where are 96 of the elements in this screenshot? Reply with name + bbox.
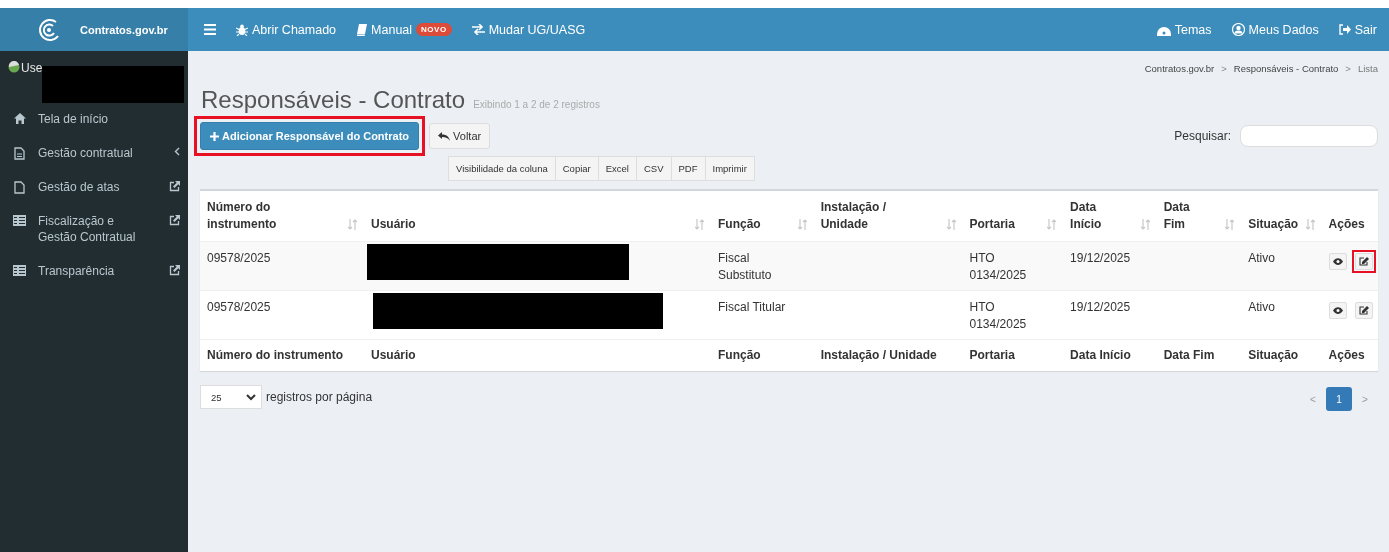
edit-button[interactable] — [1354, 302, 1373, 319]
eye-icon — [1332, 307, 1343, 314]
sort-icon — [946, 219, 956, 230]
sort-icon — [1140, 219, 1150, 230]
column-header[interactable]: Data Início — [1063, 191, 1157, 242]
home-icon — [13, 113, 26, 124]
nav-link[interactable]: Mudar UG/UASG — [461, 16, 596, 43]
column-header: Ações — [1321, 191, 1378, 242]
breadcrumb-link[interactable]: Responsáveis - Contrato — [1233, 63, 1339, 74]
sidebar-item[interactable]: Transparência — [0, 257, 188, 291]
nav-link[interactable]: Abrir Chamado — [226, 16, 347, 43]
book-icon — [356, 23, 368, 36]
external-link-icon — [169, 265, 180, 276]
page-size-label: registros por página — [266, 390, 373, 404]
table-cell-text: HTO 0134/2025 — [969, 299, 1028, 333]
back-button[interactable]: Voltar — [429, 123, 491, 149]
column-header[interactable]: Número do instrumento — [200, 191, 364, 242]
search-field[interactable] — [1240, 125, 1378, 147]
view-button[interactable] — [1328, 302, 1347, 319]
new-badge: NOVO — [416, 23, 452, 36]
column-footer: Data Início — [1070, 348, 1131, 362]
pagination-button[interactable]: 1 — [1326, 387, 1352, 411]
column-footer: Portaria — [969, 348, 1015, 362]
breadcrumb-separator: > — [1345, 63, 1351, 74]
export-button[interactable]: PDF — [670, 156, 706, 181]
reply-icon — [438, 131, 451, 141]
column-footer: Número do instrumento — [207, 348, 343, 362]
user-label: Use — [21, 61, 43, 75]
brand-name[interactable]: Contratos.gov.br — [80, 23, 168, 36]
nav-link[interactable]: Manual NOVO — [346, 16, 462, 43]
table-cell: 19/12/2025 — [1070, 299, 1131, 316]
export-button[interactable]: Imprimir — [704, 156, 755, 181]
table-cell: Ativo — [1248, 299, 1275, 316]
sidebar-item[interactable]: Gestão de atas — [0, 173, 188, 207]
export-button[interactable]: Excel — [597, 156, 637, 181]
column-footer: Instalação / Unidade — [820, 348, 937, 362]
export-button[interactable]: Copiar — [554, 156, 599, 181]
column-header[interactable]: Instalação / Unidade — [813, 191, 963, 242]
column-footer: Data Fim — [1163, 348, 1215, 362]
table-cell: Ativo — [1248, 250, 1275, 267]
table-cell: 09578/2025 — [207, 250, 271, 267]
sort-icon — [1047, 219, 1057, 230]
table-cell: Fiscal Titular — [718, 299, 786, 316]
list-icon — [13, 265, 26, 276]
column-footer: Usuário — [370, 348, 416, 362]
swap-icon — [471, 24, 485, 35]
sort-icon — [347, 219, 357, 230]
edit-icon — [1358, 306, 1369, 315]
plus-icon — [210, 131, 219, 141]
page-title: Responsáveis - Contrato — [201, 86, 466, 114]
column-header[interactable]: Data Fim — [1156, 191, 1242, 242]
export-button[interactable]: Visibilidade da coluna — [448, 156, 556, 181]
nav-link[interactable]: Temas — [1146, 16, 1222, 43]
add-button[interactable]: Adicionar Responsável do Contrato — [200, 122, 420, 150]
exit-icon — [1338, 24, 1351, 35]
column-header[interactable]: Função — [711, 191, 814, 242]
sidebar-item[interactable]: Tela de início — [0, 105, 188, 139]
eye-icon — [1332, 258, 1343, 265]
bug-icon — [236, 23, 248, 36]
sidebar-item[interactable]: Fiscalização e Gestão Contratual — [0, 207, 188, 257]
document-icon — [14, 147, 25, 160]
avatar-icon — [8, 61, 20, 73]
menu-icon — [204, 24, 216, 35]
sort-icon — [797, 219, 807, 230]
sort-icon — [695, 219, 704, 230]
page-size-select[interactable]: 25 — [200, 385, 262, 409]
column-header[interactable]: Portaria — [962, 191, 1064, 242]
column-footer: Situação — [1248, 348, 1299, 362]
column-header[interactable]: Situação — [1241, 191, 1322, 242]
sort-icon — [1305, 219, 1315, 230]
column-header[interactable]: Usuário — [363, 191, 711, 242]
logo-icon — [36, 16, 62, 43]
user-icon — [1231, 23, 1245, 36]
table-cell-text: HTO 0134/2025 — [969, 250, 1028, 284]
list-icon — [13, 215, 26, 226]
search-label: Pesquisar: — [1174, 129, 1231, 143]
sidebar-item[interactable]: Gestão contratual — [0, 139, 188, 173]
table-cell: 09578/2025 — [207, 299, 271, 316]
caret-icon — [174, 147, 180, 156]
breadcrumb-separator: > — [1221, 63, 1227, 74]
column-footer: Função — [718, 348, 761, 362]
external-link-icon — [169, 215, 180, 226]
table-cell-text: Fiscal Substituto — [718, 250, 773, 284]
column-footer: Ações — [1328, 348, 1365, 362]
breadcrumb-link[interactable]: Contratos.gov.br — [1144, 63, 1215, 74]
edit-icon — [1358, 257, 1369, 266]
record-count: Exibindo 1 a 2 de 2 registros — [473, 99, 600, 110]
file-icon — [14, 181, 25, 194]
sort-icon — [1225, 219, 1235, 230]
export-button[interactable]: CSV — [635, 156, 672, 181]
chevron-down-icon — [246, 393, 256, 401]
nav-link[interactable]: Sair — [1328, 16, 1387, 43]
view-button[interactable] — [1328, 253, 1347, 270]
external-link-icon — [169, 181, 180, 192]
table-cell: 19/12/2025 — [1070, 250, 1131, 267]
nav-link[interactable]: Meus Dados — [1221, 16, 1329, 43]
